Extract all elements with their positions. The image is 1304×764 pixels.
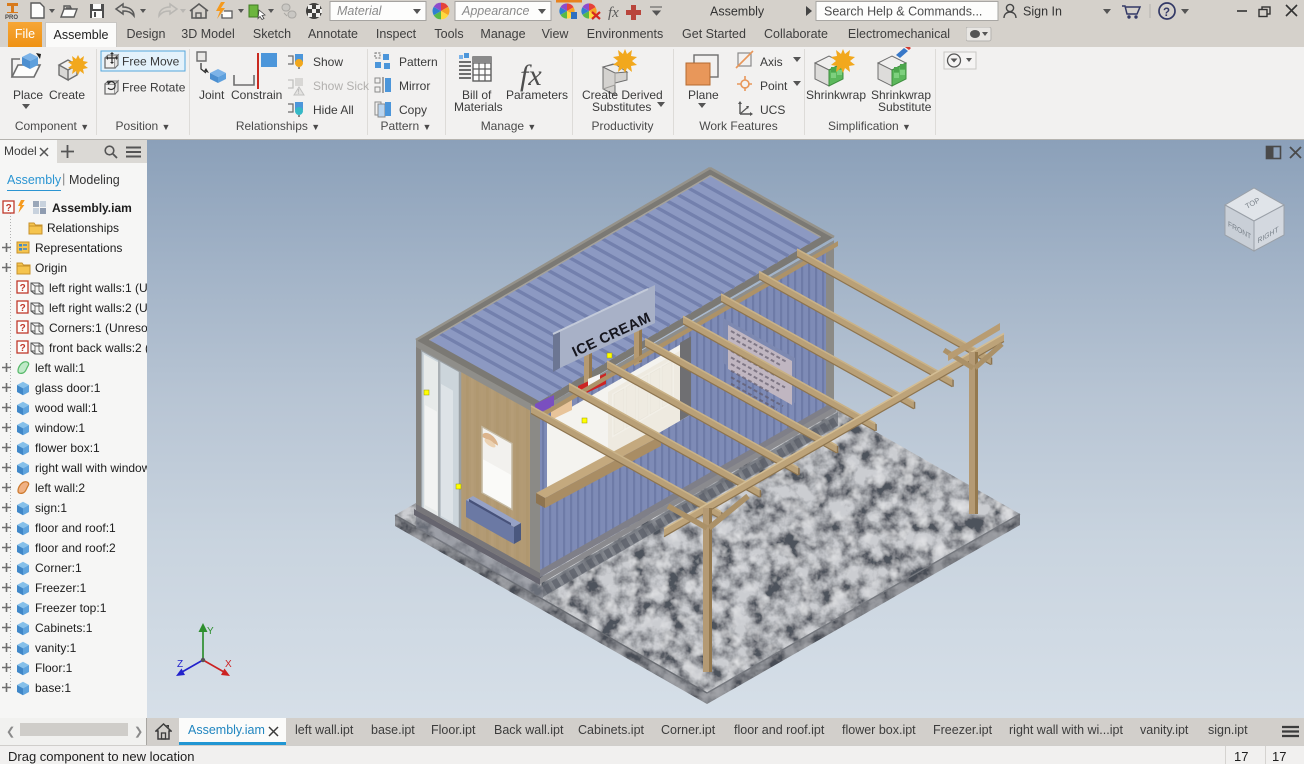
svg-text:Material: Material — [337, 4, 383, 18]
svg-text:Mirror: Mirror — [399, 79, 430, 93]
svg-text:fx: fx — [608, 5, 619, 21]
svg-text:Shrinkwrap: Shrinkwrap — [806, 88, 866, 102]
svg-text:Substitutes: Substitutes — [592, 100, 651, 114]
svg-text:Constrain: Constrain — [231, 88, 282, 102]
svg-text:Z: Z — [177, 659, 183, 670]
svg-text:Pattern: Pattern — [399, 55, 438, 69]
svg-text:Show: Show — [313, 55, 343, 69]
svg-text:PRO: PRO — [5, 15, 18, 21]
svg-text:Assembly: Assembly — [710, 5, 765, 19]
svg-text:Free Rotate: Free Rotate — [122, 81, 186, 95]
svg-text:Substitute: Substitute — [878, 100, 932, 114]
svg-text:Plane: Plane — [688, 88, 719, 102]
svg-text:Point: Point — [760, 79, 788, 93]
svg-text:Copy: Copy — [399, 103, 427, 117]
svg-text:Create: Create — [49, 88, 85, 102]
svg-text:Axis: Axis — [760, 55, 783, 69]
svg-text:Show Sick: Show Sick — [313, 79, 370, 93]
svg-text:!: ! — [298, 89, 300, 96]
svg-text:?: ? — [1163, 7, 1170, 19]
svg-text:X: X — [225, 659, 232, 670]
svg-text:Y: Y — [207, 626, 214, 637]
svg-text:Materials: Materials — [454, 100, 503, 114]
svg-text:Place: Place — [13, 88, 43, 102]
svg-text:Joint: Joint — [199, 88, 225, 102]
svg-text:Hide All: Hide All — [313, 103, 354, 117]
svg-text:Free Move: Free Move — [122, 55, 180, 69]
svg-text:Search Help & Commands...: Search Help & Commands... — [824, 5, 982, 19]
svg-text:Parameters: Parameters — [506, 88, 568, 102]
svg-text:Appearance: Appearance — [461, 4, 529, 18]
svg-text:UCS: UCS — [760, 103, 785, 117]
svg-text:Sign In: Sign In — [1023, 5, 1062, 19]
